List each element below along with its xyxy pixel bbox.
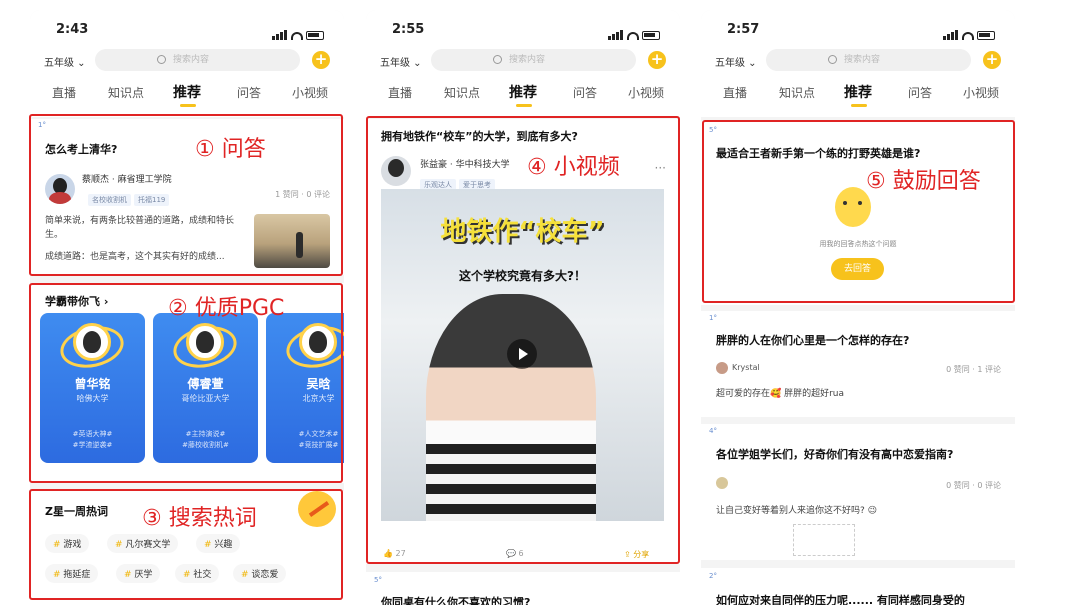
tab-recommend[interactable]: 推荐 [173, 82, 201, 102]
wifi-icon [962, 32, 974, 40]
grade-selector[interactable]: 五年级 ⌄ [44, 54, 86, 69]
battery-icon [306, 31, 324, 40]
wifi-icon [627, 32, 639, 40]
phone-screen-3: 2:57 五年级 ⌄ 搜索内容 + 直播 知识点 推荐 问答 小视频 5° 最适… [701, 10, 1015, 605]
add-button[interactable]: + [983, 51, 1001, 69]
tab-bar: 直播 知识点 推荐 问答 小视频 [30, 82, 344, 107]
tab-knowledge[interactable]: 知识点 [108, 84, 144, 101]
level-badge: 5° [374, 576, 382, 584]
annotation-box-qa [29, 114, 343, 276]
tab-live[interactable]: 直播 [388, 84, 412, 101]
grade-selector[interactable]: 五年级 ⌄ [380, 54, 422, 69]
tab-underline [851, 104, 867, 107]
signal-icon [608, 25, 624, 40]
avatar[interactable] [716, 362, 728, 374]
tab-qa[interactable]: 问答 [237, 84, 261, 101]
search-icon [157, 55, 166, 64]
add-button[interactable]: + [648, 51, 666, 69]
status-bar: 2:55 [392, 22, 660, 40]
answer-preview: 超可爱的存在🥰 胖胖的超好rua [716, 389, 844, 399]
user-name: Krystal [732, 363, 760, 372]
clock: 2:57 [727, 22, 760, 37]
tab-recommend[interactable]: 推荐 [509, 82, 537, 102]
search-input[interactable]: 搜索内容 [95, 49, 300, 71]
question-stats: 0 赞同 · 0 评论 [946, 481, 1001, 490]
annotation-box-encourage [702, 120, 1015, 303]
search-input[interactable]: 搜索内容 [431, 49, 636, 71]
answer-thumbnail [793, 524, 855, 556]
tab-live[interactable]: 直播 [52, 84, 76, 101]
tab-qa[interactable]: 问答 [908, 84, 932, 101]
tab-live[interactable]: 直播 [723, 84, 747, 101]
signal-icon [943, 25, 959, 40]
signal-icons [608, 25, 660, 40]
tab-recommend[interactable]: 推荐 [844, 82, 872, 102]
level-badge: 1° [709, 314, 717, 322]
signal-icons [272, 25, 324, 40]
tab-knowledge[interactable]: 知识点 [779, 84, 815, 101]
wifi-icon [291, 32, 303, 40]
annotation-box-video [366, 116, 680, 564]
tab-short-video[interactable]: 小视频 [628, 84, 664, 101]
clock: 2:43 [56, 22, 89, 37]
question-card[interactable]: 2° 如何应对来自同伴的压力呢...... 有同样感同身受的 [701, 568, 1015, 605]
tab-knowledge[interactable]: 知识点 [444, 84, 480, 101]
clock: 2:55 [392, 22, 425, 37]
top-bar: 2:43 五年级 ⌄ 搜索内容 + 直播 知识点 推荐 问答 小视频 [30, 10, 344, 117]
signal-icons [943, 25, 995, 40]
tab-underline [516, 104, 532, 107]
annotation-label-video: ④ 小视频 [527, 155, 620, 180]
battery-icon [977, 31, 995, 40]
tab-bar: 直播 知识点 推荐 问答 小视频 [366, 82, 680, 107]
annotation-label-pgc: ② 优质PGC [168, 296, 285, 321]
level-badge: 2° [709, 572, 717, 580]
annotation-label-qa: ① 问答 [195, 137, 266, 162]
top-bar: 2:57 五年级 ⌄ 搜索内容 + 直播 知识点 推荐 问答 小视频 [701, 10, 1015, 117]
tab-short-video[interactable]: 小视频 [963, 84, 999, 101]
question-card[interactable]: 1° 胖胖的人在你们心里是一个怎样的存在? Krystal 0 赞同 · 1 评… [701, 311, 1015, 417]
question-title: 你同桌有什么你不喜欢的习惯? [381, 596, 531, 605]
question-stats: 0 赞同 · 1 评论 [946, 365, 1001, 374]
battery-icon [642, 31, 660, 40]
answer-preview: 让自己变好等着别人来追你这不好吗? 😉 [716, 506, 878, 516]
status-bar: 2:43 [56, 22, 324, 40]
avatar[interactable] [716, 477, 728, 489]
tab-qa[interactable]: 问答 [573, 84, 597, 101]
tab-short-video[interactable]: 小视频 [292, 84, 328, 101]
question-title: 如何应对来自同伴的压力呢...... 有同样感同身受的 [716, 594, 965, 605]
status-bar: 2:57 [727, 22, 995, 40]
signal-icon [272, 25, 288, 40]
tab-bar: 直播 知识点 推荐 问答 小视频 [701, 82, 1015, 107]
annotation-label-hotwords: ③ 搜索热词 [142, 506, 257, 531]
search-input[interactable]: 搜索内容 [766, 49, 971, 71]
level-badge: 4° [709, 427, 717, 435]
search-icon [493, 55, 502, 64]
annotation-label-encourage: ⑤ 鼓励回答 [866, 169, 981, 194]
tab-underline [180, 104, 196, 107]
add-button[interactable]: + [312, 51, 330, 69]
question-card[interactable]: 5° 你同桌有什么你不喜欢的习惯? [366, 572, 680, 605]
search-icon [828, 55, 837, 64]
question-title: 各位学姐学长们，好奇你们有没有高中恋爱指南? [716, 448, 954, 461]
question-title: 胖胖的人在你们心里是一个怎样的存在? [716, 334, 910, 347]
top-bar: 2:55 五年级 ⌄ 搜索内容 + 直播 知识点 推荐 问答 小视频 [366, 10, 680, 117]
question-card[interactable]: 4° 各位学姐学长们，好奇你们有没有高中恋爱指南? 0 赞同 · 0 评论 让自… [701, 424, 1015, 560]
grade-selector[interactable]: 五年级 ⌄ [715, 54, 757, 69]
